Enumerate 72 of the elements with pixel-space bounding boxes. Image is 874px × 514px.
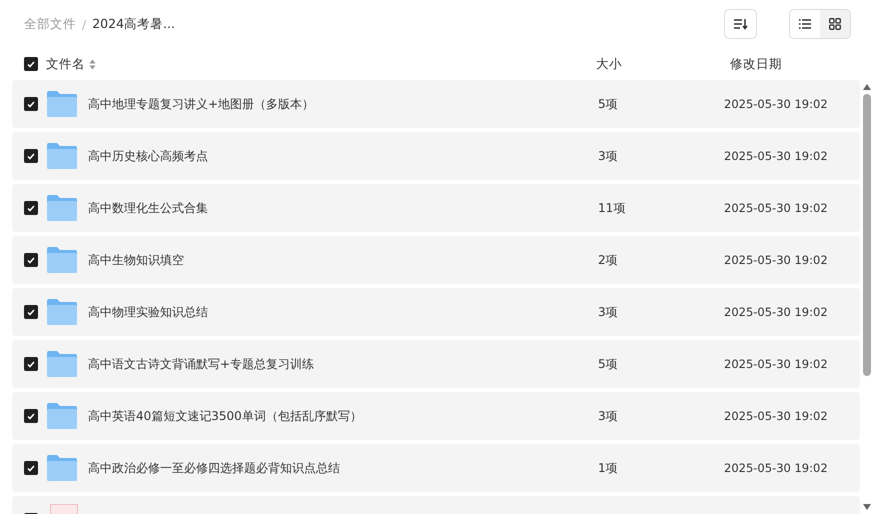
file-size: 5项 <box>598 356 619 372</box>
file-name[interactable]: 高中历史核心高频考点 <box>88 148 208 164</box>
row-checkbox[interactable] <box>24 409 38 423</box>
file-row[interactable]: 高中历史核心高频考点 3项 2025-05-30 19:02 <box>12 132 860 180</box>
check-icon <box>27 360 35 368</box>
file-name[interactable]: 高中生物知识填空 <box>88 252 184 268</box>
file-row[interactable]: 高中语文古诗文背诵默写+专题总复习训练 5项 2025-05-30 19:02 <box>12 340 860 388</box>
file-row[interactable]: 高中地理专题复习讲义+地图册（多版本） 5项 2025-05-30 19:02 <box>12 80 860 128</box>
check-icon <box>27 152 35 160</box>
column-header[interactable]: 大小 <box>596 56 722 72</box>
folder-icon <box>47 403 77 429</box>
row-checkbox[interactable] <box>24 149 38 163</box>
file-name[interactable]: 高中数理化生公式合集 <box>88 200 208 216</box>
check-icon <box>27 308 35 316</box>
file-size: 1项 <box>598 460 619 476</box>
row-checkbox[interactable] <box>24 201 38 215</box>
grid-icon <box>829 18 841 30</box>
modified-date: 2025-05-30 19:02 <box>724 357 829 371</box>
check-icon <box>27 412 35 420</box>
breadcrumb-separator: / <box>82 16 86 32</box>
row-checkbox[interactable] <box>24 305 38 319</box>
check-icon <box>27 256 35 264</box>
check-icon <box>27 60 35 68</box>
folder-icon <box>47 91 77 117</box>
file-size: 3项 <box>598 408 619 424</box>
modified-date: 2025-05-30 19:02 <box>724 97 829 111</box>
file-size: 3项 <box>598 304 619 320</box>
file-size: 3项 <box>598 148 619 164</box>
modified-date: 2025-05-30 19:02 <box>724 253 829 267</box>
file-size: 5项 <box>598 96 619 112</box>
folder-icon <box>47 195 77 221</box>
file-name[interactable]: 高中物理实验知识总结 <box>88 304 208 320</box>
folder-icon <box>47 247 77 273</box>
scrollbar-thumb[interactable] <box>863 94 871 376</box>
modified-date: 2025-05-30 19:02 <box>724 461 829 475</box>
check-icon <box>27 100 35 108</box>
file-row[interactable]: 高中英语40篇短文速记3500单词（包括乱序默写） 3项 2025-05-30 19:02 <box>12 392 860 440</box>
scroll-up-icon[interactable] <box>863 84 871 90</box>
modified-date: 2025-05-30 19:02 <box>724 149 829 163</box>
file-name[interactable]: 高中语文古诗文背诵默写+专题总复习训练 <box>88 356 314 372</box>
file-name[interactable]: 高中政治必修一至必修四选择题必背知识点总结 <box>88 460 340 476</box>
sort-button[interactable] <box>724 9 757 39</box>
file-size: 2项 <box>598 252 619 268</box>
file-row[interactable]: 高中生物知识填空 2项 2025-05-30 19:02 <box>12 236 860 284</box>
scroll-down-icon[interactable] <box>863 504 871 510</box>
file-row[interactable]: 高中物理实验知识总结 3项 2025-05-30 19:02 <box>12 288 860 336</box>
file-row[interactable]: 高中政治必修一至必修四选择题必背知识点总结 1项 2025-05-30 19:02 <box>12 444 860 492</box>
column-header[interactable]: 修改日期 <box>730 56 830 72</box>
file-name[interactable]: 高中地理专题复习讲义+地图册（多版本） <box>88 96 314 112</box>
file-size: 11项 <box>598 200 626 216</box>
folder-icon <box>47 299 77 325</box>
row-checkbox[interactable] <box>24 97 38 111</box>
row-checkbox[interactable] <box>24 461 38 475</box>
sort-icon <box>734 18 748 30</box>
select-all-checkbox[interactable] <box>24 57 38 71</box>
check-icon <box>27 204 35 212</box>
modified-date: 2025-05-30 19:02 <box>724 201 829 215</box>
folder-icon <box>47 143 77 169</box>
check-icon <box>27 464 35 472</box>
sort-arrows-icon[interactable] <box>89 58 96 70</box>
breadcrumb-item: 2024高考暑... <box>92 16 175 32</box>
file-row[interactable]: 高中数理化生公式合集 11项 2025-05-30 19:02 <box>12 184 860 232</box>
row-checkbox[interactable] <box>24 253 38 267</box>
folder-icon <box>47 455 77 481</box>
row-checkbox[interactable] <box>24 357 38 371</box>
modified-date: 2025-05-30 19:02 <box>724 409 829 423</box>
folder-icon <box>47 351 77 377</box>
grid-view-button[interactable] <box>820 10 850 38</box>
column-header[interactable]: 文件名 <box>46 56 85 72</box>
file-name[interactable]: 高中英语40篇短文速记3500单词（包括乱序默写） <box>88 408 362 424</box>
modified-date: 2025-05-30 19:02 <box>724 305 829 319</box>
list-icon <box>799 19 811 29</box>
